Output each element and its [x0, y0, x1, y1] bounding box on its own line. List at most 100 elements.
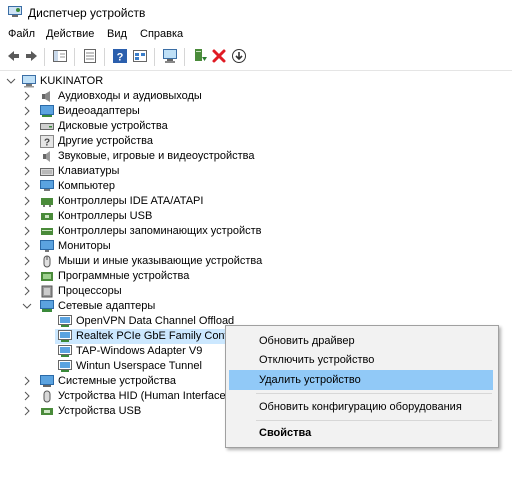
tree-category[interactable]: ? Другие устройства [0, 134, 512, 149]
properties-icon[interactable] [82, 48, 98, 64]
chevron-right-icon[interactable] [22, 285, 32, 297]
chevron-right-icon[interactable] [22, 390, 32, 402]
tree-category-label: Программные устройства [58, 270, 190, 282]
chevron-right-icon[interactable] [22, 255, 32, 267]
network-device-label: Wintun Userspace Tunnel [76, 360, 202, 372]
chevron-down-icon[interactable] [22, 300, 32, 312]
chevron-right-icon[interactable] [22, 135, 32, 147]
tree-category-label: Аудиовходы и аудиовыходы [58, 90, 202, 102]
chevron-right-icon[interactable] [22, 180, 32, 192]
tree-category[interactable]: Видеоадаптеры [0, 104, 512, 119]
menu-item-uninstall-device[interactable]: Удалить устройство [229, 370, 493, 390]
menu-item-label: Отключить устройство [259, 354, 375, 366]
tree-category-label: Контроллеры запоминающих устройств [58, 225, 262, 237]
menu-item-update-driver[interactable]: Обновить драйвер [229, 331, 493, 351]
tree-category[interactable]: Процессоры [0, 284, 512, 299]
tree-category[interactable]: Аудиовходы и аудиовыходы [0, 89, 512, 104]
network-device-icon [58, 330, 72, 342]
menu-item-properties[interactable]: Свойства [229, 423, 493, 443]
menu-item-label: Обновить драйвер [259, 335, 355, 347]
usb-device-icon [41, 408, 53, 415]
tree-category-label: Сетевые адаптеры [58, 300, 156, 312]
tree-root-label: KUKINATOR [40, 75, 104, 87]
chevron-right-icon[interactable] [22, 405, 32, 417]
toolbar-separator [44, 48, 45, 66]
tree-category-label: Другие устройства [58, 135, 153, 147]
chevron-right-icon[interactable] [22, 240, 32, 252]
tree-category[interactable]: Контроллеры запоминающих устройств [0, 224, 512, 239]
device-manager-icon [8, 6, 22, 17]
network-device-icon [58, 345, 72, 357]
tree-category[interactable]: Контроллеры USB [0, 209, 512, 224]
tree-category[interactable]: Клавиатуры [0, 164, 512, 179]
tree-root[interactable]: KUKINATOR [0, 74, 512, 89]
chevron-right-icon[interactable] [22, 210, 32, 222]
chevron-right-icon[interactable] [22, 120, 32, 132]
menu-action[interactable]: Действие [46, 28, 94, 40]
menu-item-disable-device[interactable]: Отключить устройство [229, 350, 493, 370]
chevron-right-icon[interactable] [22, 90, 32, 102]
tree-category-network[interactable]: Сетевые адаптеры [0, 299, 512, 314]
menu-view[interactable]: Вид [107, 28, 127, 40]
usb-controller-icon [41, 213, 53, 220]
sound-device-icon [43, 151, 50, 162]
menu-item-scan-hardware[interactable]: Обновить конфигурацию оборудования [229, 397, 493, 417]
monitor-icon [40, 240, 54, 252]
computer-icon [40, 180, 54, 191]
chevron-right-icon[interactable] [22, 195, 32, 207]
tree-category[interactable]: Контроллеры IDE ATA/ATAPI [0, 194, 512, 209]
uninstall-icon[interactable] [211, 48, 227, 64]
menu-bar: Файл Действие Вид Справка [0, 26, 512, 44]
menu-file[interactable]: Файл [8, 28, 35, 40]
menu-help[interactable]: Справка [140, 28, 183, 40]
chevron-right-icon[interactable] [22, 375, 32, 387]
storage-controller-icon [41, 228, 53, 235]
speaker-icon [42, 91, 50, 102]
tree-category[interactable]: Компьютер [0, 179, 512, 194]
scan-hardware-icon[interactable] [162, 48, 178, 64]
tree-category-label: Звуковые, игровые и видеоустройства [58, 150, 255, 162]
ide-controller-icon [41, 198, 53, 207]
context-menu: Обновить драйвер Отключить устройство Уд… [225, 325, 499, 448]
tree-category-label: Клавиатуры [58, 165, 120, 177]
mouse-icon [43, 255, 51, 268]
tree-category-label: Видеоадаптеры [58, 105, 140, 117]
chevron-right-icon[interactable] [22, 225, 32, 237]
chevron-right-icon[interactable] [22, 150, 32, 162]
disk-drive-icon [40, 123, 54, 130]
menu-separator [256, 420, 492, 421]
help-icon[interactable]: ? [112, 48, 128, 64]
network-device-icon [58, 315, 72, 327]
view-icon[interactable] [132, 48, 148, 64]
tree-category[interactable]: Мониторы [0, 239, 512, 254]
chevron-right-icon[interactable] [22, 270, 32, 282]
chevron-down-icon[interactable] [6, 75, 16, 87]
tree-category[interactable]: Программные устройства [0, 269, 512, 284]
title-bar: Диспетчер устройств [0, 0, 512, 26]
tree-category[interactable]: Дисковые устройства [0, 119, 512, 134]
tree-category[interactable]: Мыши и иные указывающие устройства [0, 254, 512, 269]
disable-icon[interactable] [231, 48, 247, 64]
show-hide-tree-icon[interactable] [52, 48, 68, 64]
back-icon[interactable] [5, 48, 21, 64]
tree-category-label: Системные устройства [58, 375, 177, 387]
tree-category-label: Компьютер [58, 180, 115, 192]
keyboard-icon [40, 168, 54, 176]
network-device-label: Realtek PCIe GbE Family Controlle [76, 330, 249, 342]
tree-category-label: Процессоры [58, 285, 122, 297]
tree-category-label: Мыши и иные указывающие устройства [58, 255, 263, 267]
processor-icon [41, 285, 53, 298]
hid-device-icon [43, 390, 51, 403]
network-device-label: OpenVPN Data Channel Offload [76, 315, 235, 327]
network-device-icon [58, 360, 72, 372]
tree-category[interactable]: Звуковые, игровые и видеоустройства [0, 149, 512, 164]
display-adapter-icon [40, 105, 54, 117]
chevron-right-icon[interactable] [22, 165, 32, 177]
tree-category-label: Контроллеры IDE ATA/ATAPI [58, 195, 204, 207]
update-driver-icon[interactable] [192, 48, 208, 64]
tree-category-label: Мониторы [58, 240, 111, 252]
forward-icon[interactable] [24, 48, 40, 64]
unknown-device-icon: ? [40, 135, 54, 148]
toolbar-separator [154, 48, 155, 66]
chevron-right-icon[interactable] [22, 105, 32, 117]
